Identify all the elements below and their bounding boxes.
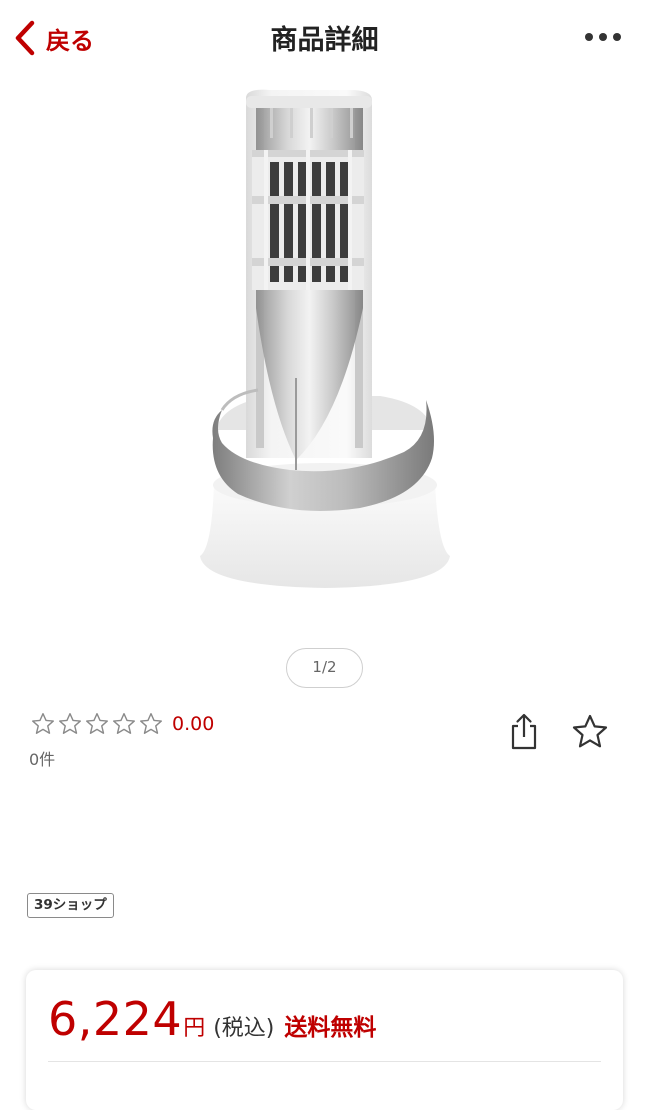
tower-heater-image [200,89,450,588]
more-options-button[interactable] [585,32,621,42]
image-pager: 1/2 [286,648,363,688]
more-horizontal-icon [585,33,593,41]
page-title: 商品詳細 [270,25,379,56]
share-icon [511,713,537,750]
price-row: 6,224 円 (税込) 送料無料 [48,992,376,1046]
shop-tag[interactable]: 39ショップ [27,893,114,918]
star-outline-icon [32,713,54,734]
product-image[interactable] [0,78,649,618]
star-outline-icon [113,713,135,734]
favorite-button[interactable] [570,712,610,752]
star-outline-icon [572,714,608,748]
star-outline-icon [59,713,81,734]
free-shipping-label: 送料無料 [284,1015,377,1041]
price-tax-label: (税込) [213,1016,275,1041]
top-bar: 戻る 商品詳細 [0,0,649,78]
price-card: 6,224 円 (税込) 送料無料 [26,970,623,1110]
rating-value: 0.00 [172,713,215,735]
divider [48,1061,601,1062]
more-horizontal-icon-dot [613,33,621,41]
star-outline-icon [86,713,108,734]
review-count[interactable]: 0件 [29,746,55,770]
price-currency: 円 [183,1016,206,1041]
rating-row: 0.00 [30,711,214,737]
star-outline-icon [140,713,162,734]
share-button[interactable] [505,712,543,752]
rating-stars [30,711,165,737]
more-horizontal-icon-dot [599,33,607,41]
price-amount: 6,224 [48,992,183,1046]
